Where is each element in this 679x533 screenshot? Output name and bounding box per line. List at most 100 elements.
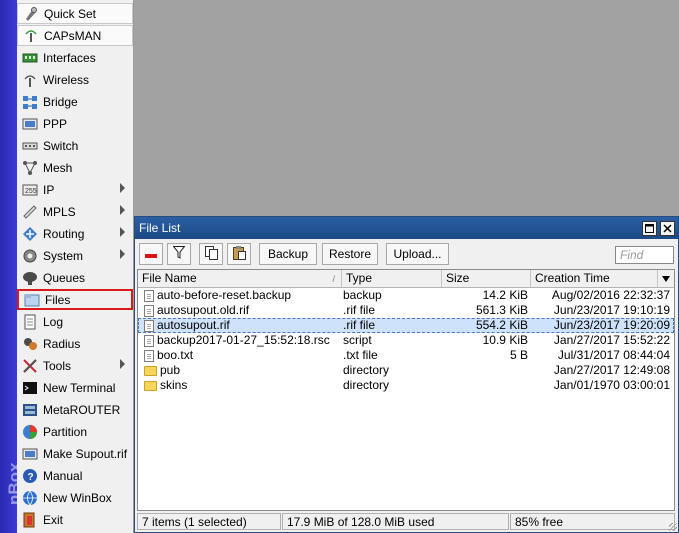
sidebar-item-queues[interactable]: Queues [17, 267, 133, 288]
exit-icon [22, 512, 38, 528]
window-title: File List [139, 221, 181, 235]
sidebar-item-quick-set[interactable]: Quick Set [17, 3, 133, 24]
sort-icon: / [332, 274, 335, 284]
copy-button[interactable] [199, 243, 223, 265]
filter-button[interactable] [167, 243, 191, 265]
sidebar-item-label: New Terminal [43, 380, 116, 395]
sidebar-item-mpls[interactable]: MPLS [17, 201, 133, 222]
sidebar-item-ip[interactable]: 255 IP [17, 179, 133, 200]
sidebar-item-manual[interactable]: ? Manual [17, 465, 133, 486]
routing-icon [22, 226, 38, 242]
log-icon [22, 314, 38, 330]
cell-size: 561.3 KiB [475, 303, 528, 317]
table-row[interactable]: autosupout.old.rif .rif file 561.3 KiB Jun/… [138, 303, 674, 318]
sidebar-item-partition[interactable]: Partition [17, 421, 133, 442]
cell-creation-time: Jan/27/2017 12:49:08 [553, 363, 670, 377]
file-name-text: autosupout.old.rif [157, 303, 250, 317]
manual-icon: ? [22, 468, 38, 484]
file-toolbar: Backup Restore Upload... [135, 240, 678, 268]
mpls-icon [22, 204, 38, 220]
table-row[interactable]: boo.txt .txt file 5 B Jul/31/2017 08:44:04 [138, 348, 674, 363]
find-input[interactable] [615, 246, 674, 264]
cell-type: directory [343, 378, 390, 392]
sidebar-item-label: MetaROUTER [43, 402, 121, 417]
backup-button[interactable]: Backup [259, 243, 317, 265]
restore-window-icon[interactable] [642, 220, 657, 236]
sidebar-item-make-supout-rif[interactable]: Make Supout.rif [17, 443, 133, 464]
vertical-brand-strip: nBox [0, 0, 24, 533]
sidebar-item-wireless[interactable]: Wireless [17, 69, 133, 90]
cell-type: .txt file [343, 348, 378, 362]
sidebar-item-tools[interactable]: Tools [17, 355, 133, 376]
sidebar-item-label: Queues [43, 270, 86, 285]
sidebar-item-switch[interactable]: Switch [17, 135, 133, 156]
sidebar-item-new-terminal[interactable]: New Terminal [17, 377, 133, 398]
file-icon [144, 334, 154, 347]
submenu-arrow-icon [120, 359, 125, 369]
sidebar-item-files[interactable]: Files [17, 289, 133, 310]
remove-button[interactable] [139, 243, 163, 265]
column-header-creation-time[interactable]: Creation Time [531, 270, 658, 287]
column-chooser-dropdown-icon[interactable] [657, 270, 674, 287]
table-row[interactable]: skins directory Jan/01/1970 03:00:01 [138, 378, 674, 393]
tools-icon [22, 358, 38, 374]
sidebar-item-routing[interactable]: Routing [17, 223, 133, 244]
sidebar-item-log[interactable]: Log [17, 311, 133, 332]
file-name-text: boo.txt [157, 348, 194, 362]
sidebar-item-label: Log [43, 314, 64, 329]
capsman-icon [23, 28, 39, 44]
sidebar-item-new-winbox[interactable]: New WinBox [17, 487, 133, 508]
column-header-type[interactable]: Type [342, 270, 442, 287]
file-name-text: skins [160, 378, 188, 392]
folder-icon [144, 380, 157, 391]
sidebar-item-radius[interactable]: Radius [17, 333, 133, 354]
sidebar-item-ppp[interactable]: PPP [17, 113, 133, 134]
upload-button[interactable]: Upload... [386, 243, 449, 265]
cell-file-name: backup2017-01-27_15:52:18.rsc [144, 333, 341, 348]
files-icon [24, 292, 40, 308]
sidebar-item-label: Mesh [43, 160, 73, 175]
table-row[interactable]: auto-before-reset.backup backup 14.2 KiB Au… [138, 288, 674, 303]
metarouter-icon [22, 402, 38, 418]
sidebar-item-label: Quick Set [44, 6, 97, 21]
sidebar-item-label: Files [45, 292, 71, 307]
close-icon[interactable] [660, 220, 675, 236]
cell-size: 554.2 KiB [475, 318, 528, 332]
resize-grip[interactable] [669, 523, 677, 531]
cell-size: 5 B [509, 348, 528, 362]
table-row[interactable]: pub directory Jan/27/2017 12:49:08 [138, 363, 674, 378]
sidebar-item-interfaces[interactable]: Interfaces [17, 47, 133, 68]
sidebar-item-capsman[interactable]: CAPsMAN [17, 25, 133, 46]
table-row[interactable]: autosupout.rif .rif file 554.2 KiB Jun/23/2… [138, 318, 674, 333]
submenu-arrow-icon [120, 227, 125, 237]
system-icon [22, 248, 38, 264]
cell-file-name: auto-before-reset.backup [144, 288, 341, 303]
cell-type: .rif file [343, 318, 376, 332]
cell-type: backup [343, 288, 382, 302]
restore-button[interactable]: Restore [322, 243, 378, 265]
new-winbox-icon [22, 490, 38, 506]
file-list-window: File List Backup Restore Upload... File … [134, 216, 679, 533]
sidebar-item-exit[interactable]: Exit [17, 509, 133, 530]
sidebar-item-label: Interfaces [43, 50, 96, 65]
cell-size: 14.2 KiB [482, 288, 528, 302]
sidebar-item-metarouter[interactable]: MetaROUTER [17, 399, 133, 420]
cell-type: directory [343, 363, 390, 377]
file-icon [144, 349, 154, 362]
file-table: File Name / Type Size Creation Time auto… [137, 269, 675, 511]
sidebar-item-label: Switch [43, 138, 79, 153]
status-bar: 7 items (1 selected) 17.9 MiB of 128.0 M… [137, 513, 675, 531]
file-name-text: autosupout.rif [157, 318, 230, 332]
column-header-size[interactable]: Size [442, 270, 531, 287]
copy-icon [204, 245, 218, 263]
sidebar-item-system[interactable]: System [17, 245, 133, 266]
sidebar-item-mesh[interactable]: Mesh [17, 157, 133, 178]
column-header-name[interactable]: File Name / [138, 270, 342, 287]
paste-button[interactable] [227, 243, 251, 265]
mesh-icon [22, 160, 38, 176]
window-titlebar[interactable]: File List [135, 217, 678, 239]
paste-icon [232, 245, 246, 263]
table-row[interactable]: backup2017-01-27_15:52:18.rsc script 10.9 … [138, 333, 674, 348]
interfaces-icon [22, 50, 38, 66]
sidebar-item-bridge[interactable]: Bridge [17, 91, 133, 112]
